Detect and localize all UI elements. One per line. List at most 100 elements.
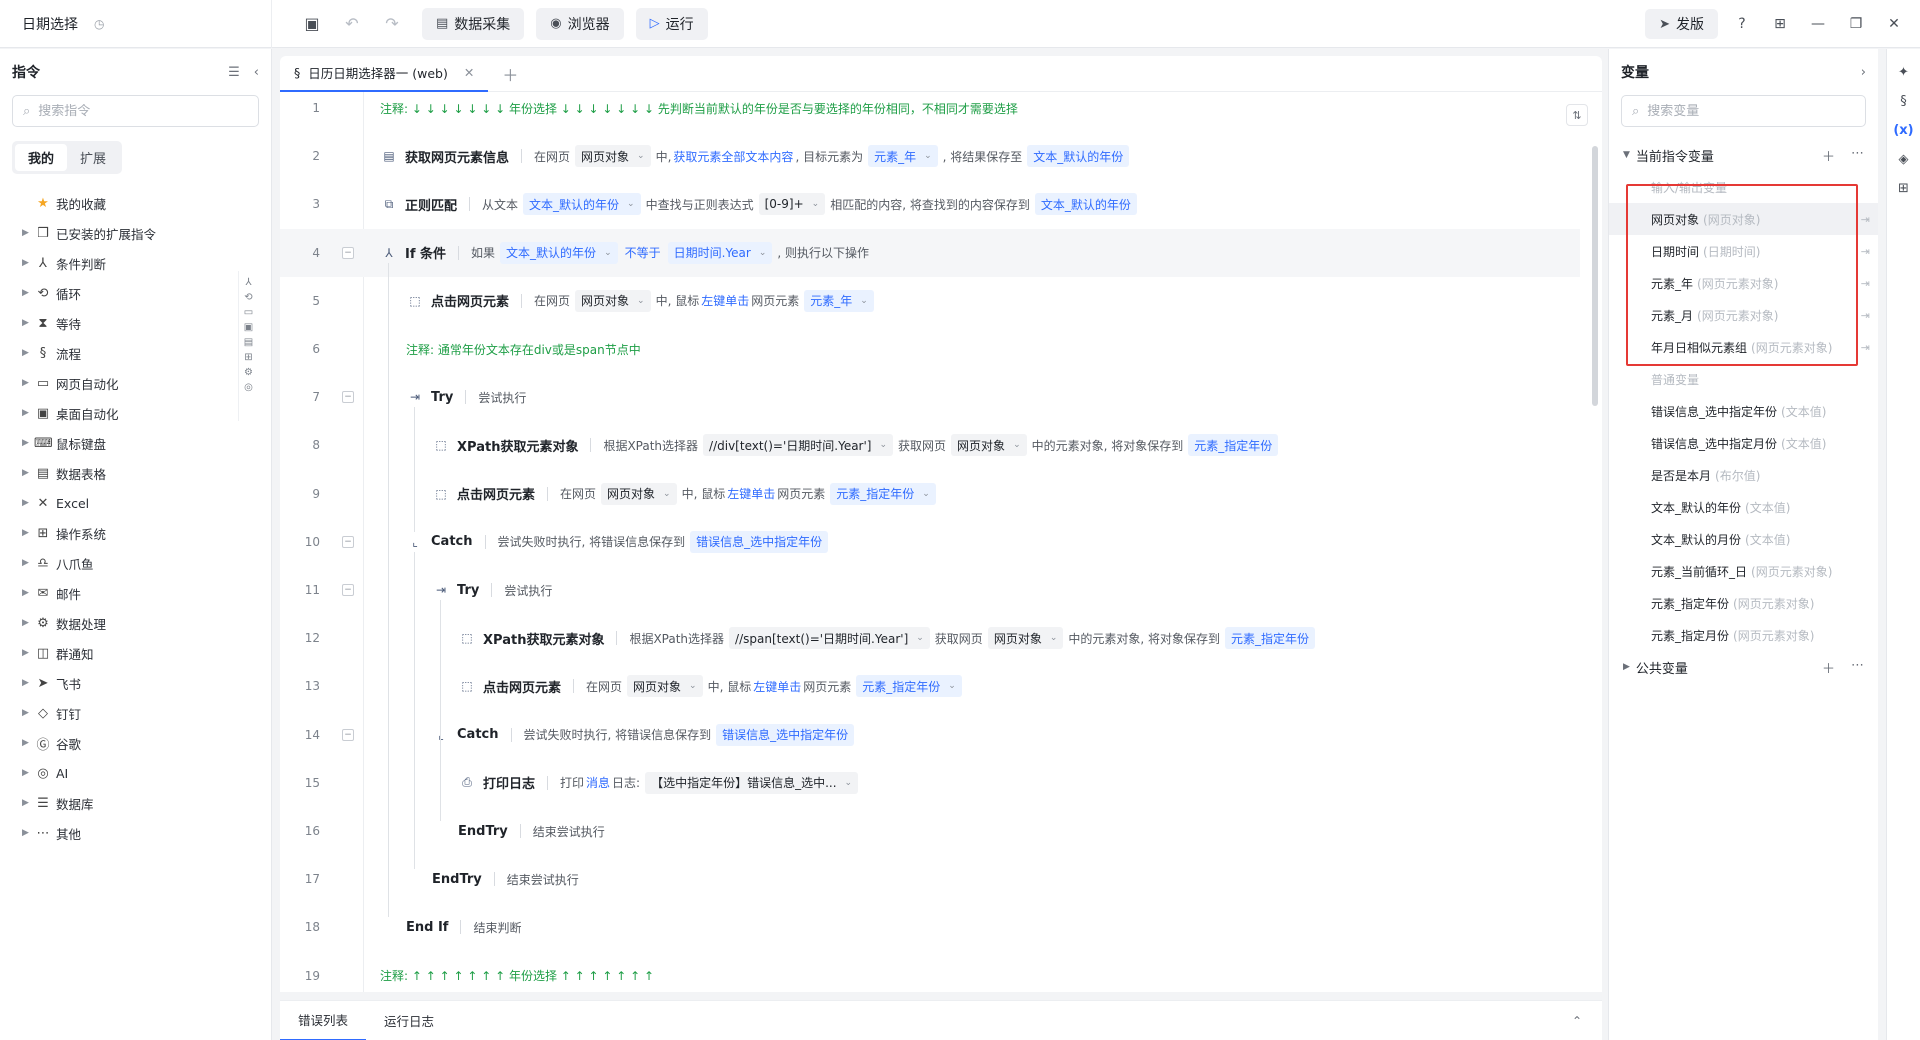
flow-icon[interactable]: § bbox=[1900, 94, 1907, 109]
command-row[interactable]: 5 ⬚ 点击网页元素 在网页 网页对象 ⌄ 中, 鼠标 左键单击 网页元素 元素_年 ⌄ bbox=[280, 277, 1580, 325]
chevron-down-icon[interactable]: ⌄ bbox=[916, 633, 924, 643]
insert-icon[interactable]: ⇥ bbox=[1861, 341, 1870, 354]
data-collect-button[interactable]: ▤ 数据采集 bbox=[422, 7, 525, 40]
command-row[interactable]: 11 − ⇥ Try 尝试执行 bbox=[280, 566, 1580, 614]
history-icon[interactable]: ◷ bbox=[94, 17, 104, 31]
category-item[interactable]: ▶ ◇ 钉钉 bbox=[0, 698, 271, 728]
variable-item[interactable]: 元素_指定月份 (网页元素对象) bbox=[1609, 619, 1878, 651]
category-item[interactable]: ▶ ✕ Excel bbox=[0, 488, 271, 518]
command-row[interactable]: 2 ▤ 获取网页元素信息 在网页 网页对象 ⌄ 中, 获取元素全部文本内容, 目标元素为 元素_… bbox=[280, 132, 1580, 180]
value-chip[interactable]: 网页对象 ⌄ bbox=[951, 434, 1027, 457]
public-vars-section[interactable]: ▶ 公共变量 ＋ ⋯ bbox=[1609, 651, 1878, 683]
variable-item[interactable]: 文本_默认的月份 (文本值) bbox=[1609, 523, 1878, 555]
tab-0[interactable]: 我的 bbox=[15, 144, 68, 171]
category-item[interactable]: ▶ ◎ AI bbox=[0, 758, 271, 788]
variable-item[interactable]: 错误信息_选中指定年份 (文本值) bbox=[1609, 395, 1878, 427]
category-item[interactable]: ▶ § 流程 bbox=[0, 338, 271, 368]
variable-item[interactable]: 元素_当前循环_日 (网页元素对象) bbox=[1609, 555, 1878, 587]
variable-item[interactable]: 文本_默认的年份 (文本值) bbox=[1609, 491, 1878, 523]
category-item[interactable]: ▶ ⟲ 循环 bbox=[0, 278, 271, 308]
variable-item[interactable]: 元素_指定年份 (网页元素对象) bbox=[1609, 587, 1878, 619]
category-item[interactable]: ▶ ⌨ 鼠标键盘 bbox=[0, 428, 271, 458]
panel-collapse-icon[interactable]: ‹ bbox=[254, 65, 259, 80]
current-vars-section[interactable]: ▼ 当前指令变量 ＋ ⋯ bbox=[1609, 139, 1878, 171]
chevron-down-icon[interactable]: ⌄ bbox=[948, 681, 956, 691]
command-row[interactable]: 9 ⬚ 点击网页元素 在网页 网页对象 ⌄ 中, 鼠标 左键单击 网页元素 元素_指定年份 ⌄ bbox=[280, 470, 1580, 518]
data-icon[interactable]: ⚙ bbox=[244, 367, 253, 378]
variable-item[interactable]: 网页对象 (网页对象) ⇥ bbox=[1609, 203, 1878, 235]
publish-button[interactable]: ➤ 发版 bbox=[1645, 9, 1718, 39]
command-row[interactable]: 1 注释: ↓ ↓ ↓ ↓ ↓ ↓ ↓ 年份选择 ↓ ↓ ↓ ↓ ↓ ↓ ↓ 先判… bbox=[280, 84, 1580, 132]
apps-grid-icon[interactable]: ⊞ bbox=[1766, 10, 1794, 38]
value-chip[interactable]: 【选中指定年份】错误信息_选中... ⌄ bbox=[645, 771, 859, 794]
chevron-down-icon[interactable]: ⌄ bbox=[689, 681, 697, 691]
more-icon[interactable]: ⋯ bbox=[1851, 146, 1864, 165]
project-title[interactable]: 日期选择 bbox=[22, 14, 78, 34]
chevron-down-icon[interactable]: ⌄ bbox=[604, 248, 612, 258]
variable-chip[interactable]: 元素_指定年份 bbox=[1188, 434, 1279, 457]
category-item[interactable]: ▶ ⅄ 条件判断 bbox=[0, 248, 271, 278]
value-chip[interactable]: 网页对象 ⌄ bbox=[987, 627, 1064, 650]
chevron-down-icon[interactable]: ⌄ bbox=[663, 489, 671, 499]
tab-close-icon[interactable]: ✕ bbox=[464, 65, 474, 80]
chevron-down-icon[interactable]: ⌄ bbox=[759, 248, 767, 258]
category-item[interactable]: ▶ ⧗ 等待 bbox=[0, 308, 271, 338]
ai-assist-icon[interactable]: ✦ bbox=[1898, 65, 1909, 80]
chevron-down-icon[interactable]: ⌄ bbox=[1013, 440, 1021, 450]
bottom-tab[interactable]: 运行日志 bbox=[366, 1001, 452, 1040]
run-button[interactable]: ▷ 运行 bbox=[635, 7, 708, 40]
category-item[interactable]: ▶ ✉ 邮件 bbox=[0, 578, 271, 608]
category-item[interactable]: ▶ ▣ 桌面自动化 bbox=[0, 398, 271, 428]
category-item[interactable]: ▶ ⚙ 数据处理 bbox=[0, 608, 271, 638]
value-chip[interactable]: 网页对象 ⌄ bbox=[601, 482, 677, 505]
category-item[interactable]: ★ 我的收藏 bbox=[0, 188, 271, 218]
category-item[interactable]: ▶ ♎ 八爪鱼 bbox=[0, 548, 271, 578]
command-row[interactable]: 17 EndTry 结束尝试执行 bbox=[280, 855, 1580, 903]
panel-expand-icon[interactable]: › bbox=[1861, 65, 1866, 80]
category-item[interactable]: ▶ ❒ 已安装的扩展指令 bbox=[0, 218, 271, 248]
chevron-down-icon[interactable]: ⌄ bbox=[627, 199, 635, 209]
command-row[interactable]: 14 − ⌞ Catch 尝试失败时执行, 将错误信息保存到 错误信息_选中指定年份 bbox=[280, 711, 1580, 759]
tab-1[interactable]: 扩展 bbox=[67, 144, 119, 171]
chevron-down-icon[interactable]: ⌄ bbox=[860, 296, 868, 306]
fold-toggle-icon[interactable]: − bbox=[342, 584, 354, 596]
variable-item[interactable]: 日期时间 (日期时间) ⇥ bbox=[1609, 235, 1878, 267]
chevron-down-icon[interactable]: ⌄ bbox=[879, 440, 887, 450]
command-row[interactable]: 8 ⬚ XPath获取元素对象 根据XPath选择器 //div[text()='日期时… bbox=[280, 421, 1580, 469]
variable-item[interactable]: 元素_年 (网页元素对象) ⇥ bbox=[1609, 267, 1878, 299]
table-icon[interactable]: ▤ bbox=[244, 337, 253, 348]
variable-chip[interactable]: 文本_默认的年份 ⌄ bbox=[500, 241, 618, 264]
variable-chip[interactable]: 错误信息_选中指定年份 bbox=[690, 530, 829, 553]
add-variable-icon[interactable]: ＋ bbox=[1822, 658, 1835, 677]
minimize-icon[interactable]: — bbox=[1804, 10, 1832, 38]
fold-toggle-icon[interactable]: − bbox=[342, 535, 354, 548]
undo-icon[interactable]: ↶ bbox=[334, 9, 370, 39]
chevron-down-icon[interactable]: ⌄ bbox=[1050, 633, 1058, 643]
value-chip[interactable]: 网页对象 ⌄ bbox=[575, 289, 651, 312]
command-row[interactable]: 4 − ⅄ If 条件 如果 文本_默认的年份 ⌄ 不等于 日期时间.Year ⌄ , 则执行以下操… bbox=[280, 228, 1580, 277]
category-item[interactable]: ▶ ⊞ 操作系统 bbox=[0, 518, 271, 548]
param-keyword[interactable]: 左键单击 bbox=[753, 678, 801, 695]
chevron-down-icon[interactable]: ⌄ bbox=[812, 199, 820, 209]
close-icon[interactable]: ✕ bbox=[1880, 10, 1908, 38]
variable-chip[interactable]: 元素_指定年份 ⌄ bbox=[856, 675, 962, 698]
more-icon[interactable]: ⋯ bbox=[1851, 658, 1864, 677]
condition-icon[interactable]: ⅄ bbox=[245, 277, 251, 288]
value-chip[interactable]: [0-9]+ ⌄ bbox=[758, 193, 826, 216]
value-chip[interactable]: //div[text()='日期时间.Year'] ⌄ bbox=[703, 434, 894, 457]
browser-button[interactable]: ◉ 浏览器 bbox=[536, 7, 624, 40]
command-row[interactable]: 6 注释: 通常年份文本存在div或是span节点中 bbox=[280, 325, 1580, 373]
variable-chip[interactable]: 元素_年 ⌄ bbox=[868, 145, 938, 168]
value-chip[interactable]: //span[text()='日期时间.Year'] ⌄ bbox=[729, 627, 930, 650]
help-icon[interactable]: ? bbox=[1728, 10, 1756, 38]
variable-item[interactable]: 是否是本月 (布尔值) bbox=[1609, 459, 1878, 491]
command-row[interactable]: 18 End If 结束判断 bbox=[280, 903, 1580, 951]
variable-item[interactable]: 年月日相似元素组 (网页元素对象) ⇥ bbox=[1609, 331, 1878, 363]
chevron-down-icon[interactable]: ⌄ bbox=[637, 151, 645, 161]
category-item[interactable]: ▶ ◫ 群通知 bbox=[0, 638, 271, 668]
element-icon[interactable]: ⊞ bbox=[1898, 181, 1909, 196]
variable-chip[interactable]: 日期时间.Year ⌄ bbox=[667, 241, 773, 264]
grid-icon[interactable]: ⊞ bbox=[244, 352, 252, 363]
fold-toggle-icon[interactable]: − bbox=[342, 728, 354, 741]
command-row[interactable]: 10 − ⌞ Catch 尝试失败时执行, 将错误信息保存到 错误信息_选中指定年份 bbox=[280, 518, 1580, 566]
